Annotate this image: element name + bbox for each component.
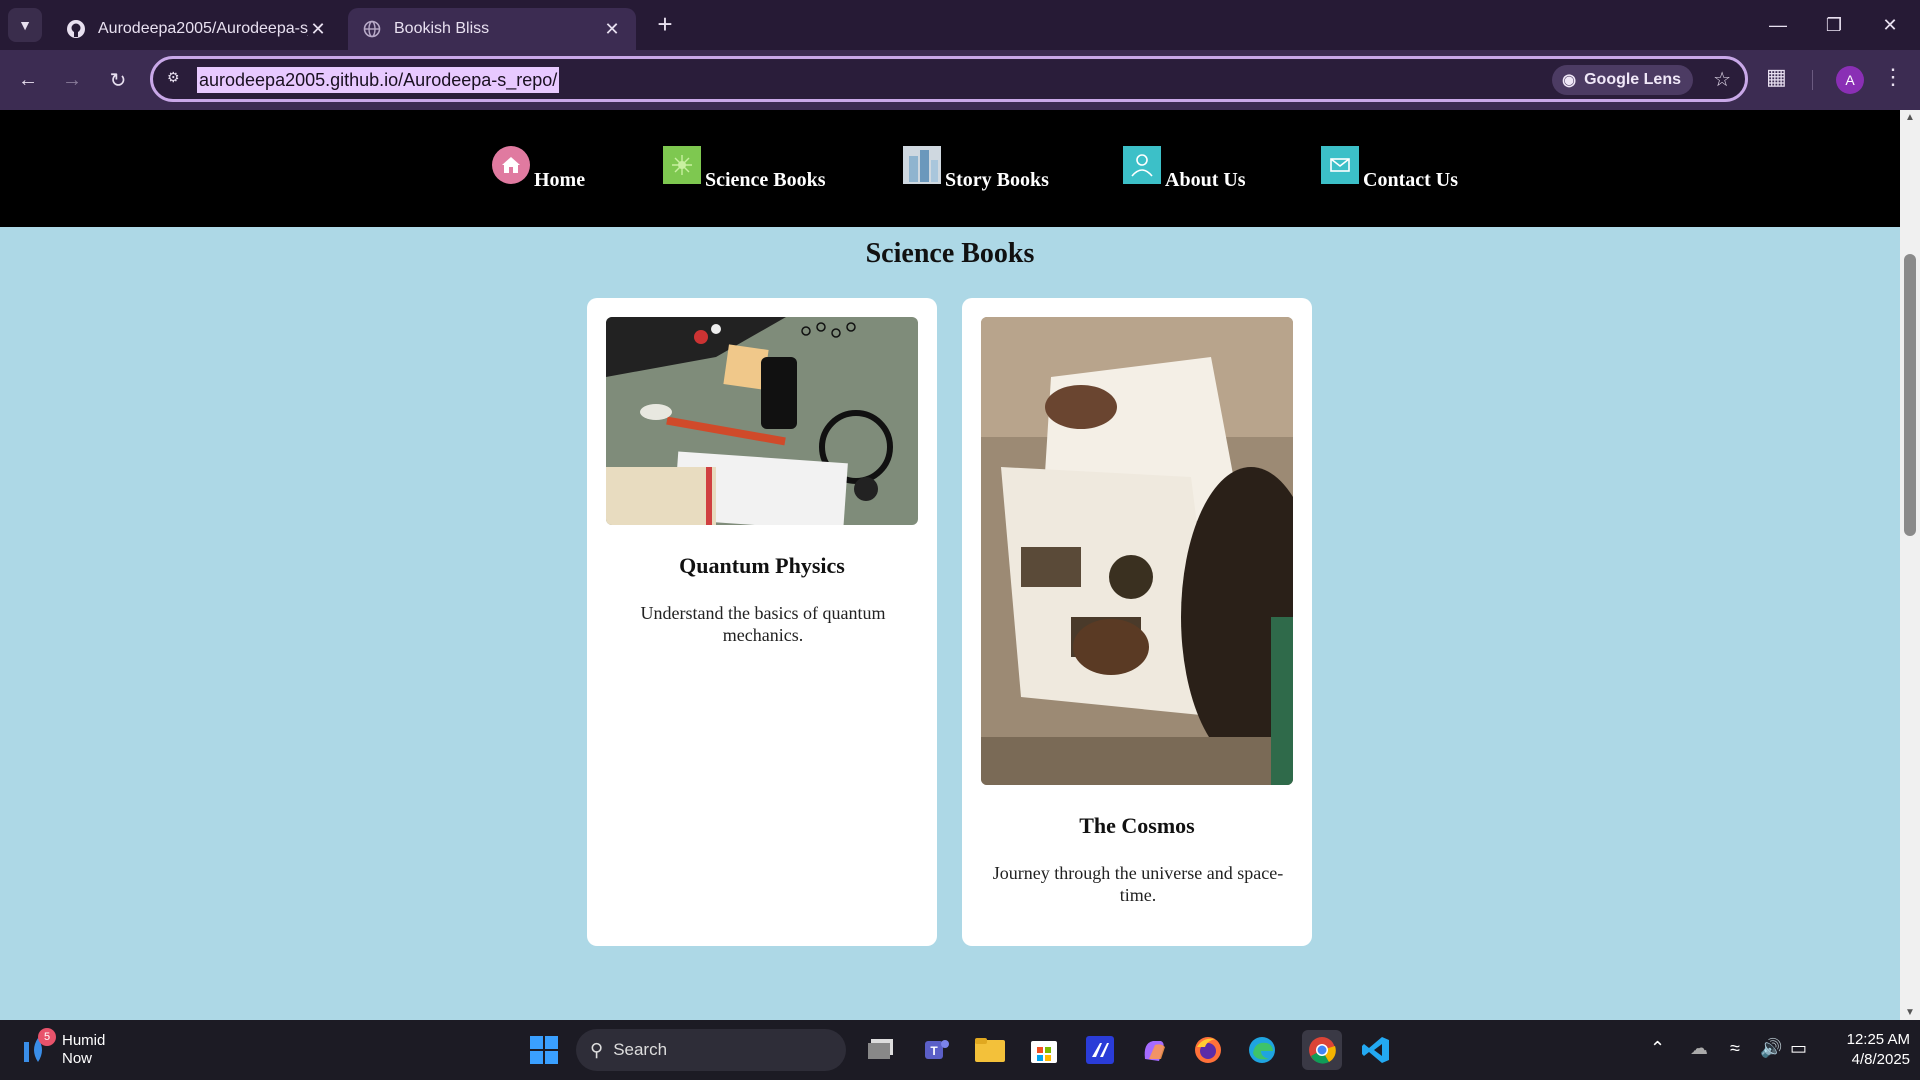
- scroll-up-icon[interactable]: ▲: [1905, 112, 1915, 123]
- show-hidden-icons-icon[interactable]: ⌃: [1650, 1038, 1665, 1059]
- book-title: Quantum Physics: [679, 553, 845, 578]
- book-card[interactable]: The Cosmos Journey through the universe …: [962, 298, 1312, 946]
- search-icon: ⚲: [590, 1039, 604, 1060]
- firefox-icon[interactable]: [1188, 1030, 1228, 1070]
- clock-time: 12:25 AM: [1846, 1031, 1910, 1048]
- page-title: Science Books: [865, 238, 1035, 269]
- weather-widget[interactable]: 5 Humid Now: [22, 1028, 106, 1068]
- nav-contact-us[interactable]: Contact Us: [1321, 146, 1458, 192]
- tab-bookish-bliss[interactable]: Bookish Bliss ✕: [348, 8, 636, 50]
- volume-icon[interactable]: 🔊: [1760, 1038, 1782, 1059]
- close-window-button[interactable]: ✕: [1862, 0, 1918, 50]
- clock-date: 4/8/2025: [1851, 1051, 1910, 1068]
- page-scrollbar[interactable]: ▲ ▼: [1900, 110, 1920, 1020]
- new-tab-button[interactable]: +: [650, 10, 680, 40]
- close-tab-icon[interactable]: ✕: [308, 19, 328, 39]
- nav-science-books-label: Science Books: [705, 169, 826, 191]
- book-description: Understand the basics of quantum mechani…: [640, 603, 886, 645]
- taskbar-search-label: Search: [613, 1040, 668, 1059]
- bookmark-star-icon[interactable]: ☆: [1713, 67, 1731, 92]
- scrollbar-thumb[interactable]: [1904, 254, 1916, 536]
- taskbar: 5 Humid Now ⚲ Search T ⌃ ☁ ≈ 🔊 ▭ 12:25 A…: [0, 1020, 1920, 1080]
- forward-button[interactable]: →: [54, 62, 90, 98]
- address-bar[interactable]: ⚙ aurodeepa2005.github.io/Aurodeepa-s_re…: [150, 56, 1748, 102]
- windows-icon: [530, 1036, 558, 1064]
- microsoft-store-icon[interactable]: [1024, 1030, 1064, 1070]
- book-title: The Cosmos: [1079, 813, 1195, 838]
- globe-icon: [362, 19, 382, 39]
- svg-text:T: T: [930, 1044, 938, 1058]
- nav-about-us-label: About Us: [1165, 169, 1246, 191]
- arrow-left-icon: ←: [18, 68, 38, 91]
- clock[interactable]: 12:25 AM 4/8/2025: [1820, 1030, 1910, 1070]
- wifi-icon[interactable]: ≈: [1730, 1038, 1740, 1059]
- arrow-right-icon: →: [62, 68, 82, 91]
- url-text[interactable]: aurodeepa2005.github.io/Aurodeepa-s_repo…: [197, 67, 560, 93]
- science-icon: [663, 146, 701, 184]
- tab-github[interactable]: Aurodeepa2005/Aurodeepa-s_r ✕: [52, 8, 342, 50]
- book-card[interactable]: Quantum Physics Understand the basics of…: [587, 298, 937, 946]
- nav-contact-us-label: Contact Us: [1363, 169, 1458, 191]
- tab-title: Bookish Bliss: [394, 20, 490, 37]
- weather-title: Humid: [62, 1032, 106, 1049]
- book-cover-image: [981, 317, 1293, 785]
- nav-about-us[interactable]: About Us: [1123, 146, 1246, 192]
- site-info-icon[interactable]: ⚙: [167, 69, 187, 89]
- extensions-icon[interactable]: ▦: [1766, 64, 1787, 90]
- minimize-button[interactable]: —: [1750, 0, 1806, 50]
- person-icon: [1123, 146, 1161, 184]
- file-explorer-icon[interactable]: [970, 1030, 1010, 1070]
- building-icon: [903, 146, 941, 184]
- back-button[interactable]: ←: [10, 62, 46, 98]
- nav-home-label: Home: [534, 169, 586, 191]
- more-menu-icon[interactable]: ⋮: [1882, 64, 1904, 90]
- teams-icon[interactable]: T: [916, 1030, 956, 1070]
- chrome-icon[interactable]: [1302, 1030, 1342, 1070]
- nav-story-books-label: Story Books: [945, 169, 1049, 191]
- google-lens-label: Google Lens: [1584, 71, 1681, 88]
- edge-icon[interactable]: [1242, 1030, 1282, 1070]
- nav-home[interactable]: Home: [492, 146, 585, 192]
- weather-icon: 5: [22, 1028, 56, 1068]
- close-tab-icon[interactable]: ✕: [602, 19, 622, 39]
- start-button[interactable]: [524, 1030, 564, 1070]
- browser-tab-bar: ▼ Aurodeepa2005/Aurodeepa-s_r ✕ Bookish …: [0, 0, 1920, 50]
- camera-icon: ◉: [1562, 72, 1577, 89]
- home-icon: [492, 146, 530, 184]
- onedrive-icon[interactable]: ☁: [1690, 1038, 1708, 1059]
- github-icon: [66, 19, 86, 39]
- nav-story-books[interactable]: Story Books: [903, 146, 1049, 192]
- chevron-down-icon: ▼: [18, 17, 32, 33]
- book-cover-image: [606, 317, 918, 525]
- tab-search-button[interactable]: ▼: [8, 8, 42, 42]
- nav-science-books[interactable]: Science Books: [663, 146, 826, 192]
- book-description: Journey through the universe and space-t…: [992, 863, 1284, 905]
- taskbar-search[interactable]: ⚲ Search: [576, 1029, 846, 1071]
- notification-badge: 5: [38, 1028, 56, 1046]
- battery-icon[interactable]: ▭: [1790, 1038, 1807, 1059]
- powerautomate-icon[interactable]: [1080, 1030, 1120, 1070]
- page-viewport: Home Science Books Story Books About Us …: [0, 110, 1900, 1020]
- reload-button[interactable]: ↻: [100, 62, 136, 98]
- tab-title: Aurodeepa2005/Aurodeepa-s_r: [98, 20, 308, 37]
- profile-avatar[interactable]: A: [1836, 66, 1864, 94]
- task-view-icon[interactable]: [862, 1030, 902, 1070]
- weather-subtitle: Now: [62, 1050, 93, 1067]
- reload-icon: ↻: [109, 69, 127, 92]
- toolbar-divider: [1812, 70, 1813, 90]
- copilot-icon[interactable]: [1134, 1030, 1174, 1070]
- vscode-icon[interactable]: [1356, 1030, 1396, 1070]
- mail-icon: [1321, 146, 1359, 184]
- restore-button[interactable]: ❐: [1806, 0, 1862, 50]
- site-navigation: Home Science Books Story Books About Us …: [0, 110, 1900, 227]
- scroll-down-icon[interactable]: ▼: [1905, 1007, 1915, 1018]
- google-lens-button[interactable]: ◉ Google Lens: [1552, 65, 1693, 95]
